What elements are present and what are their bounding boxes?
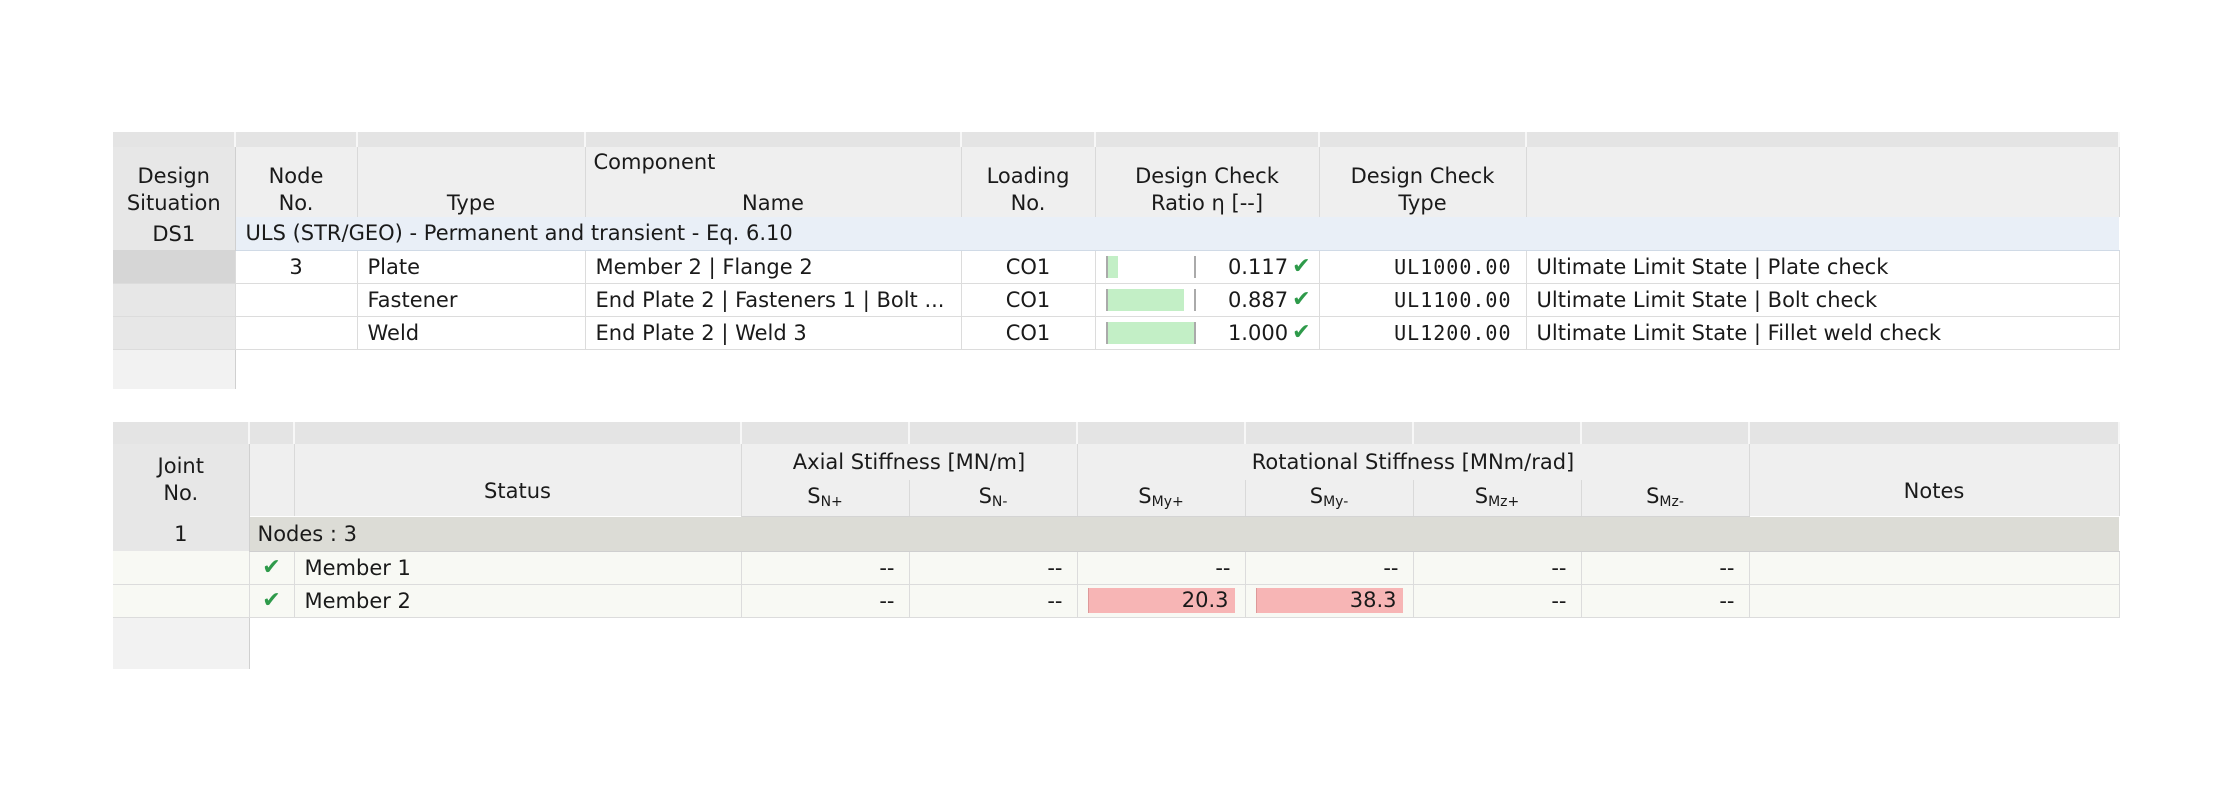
node-cell: 3 bbox=[235, 250, 358, 284]
table-row[interactable]: ✔ Member 2 -- -- 20.3 38.3 -- -- bbox=[113, 584, 2120, 618]
notes-cell bbox=[1749, 584, 2120, 618]
joint-no: 1 bbox=[113, 516, 250, 551]
notes-cell bbox=[1749, 551, 2120, 585]
sn-plus-header[interactable]: SN+ bbox=[741, 480, 910, 517]
member-name: Member 1 bbox=[294, 551, 742, 585]
table-row[interactable]: Fastener End Plate 2 | Fasteners 1 | Bol… bbox=[113, 283, 2120, 317]
component-header: Component bbox=[593, 150, 716, 174]
situation-row[interactable]: DS1 ULS (STR/GEO) - Permanent and transi… bbox=[113, 217, 2119, 251]
node-no-header[interactable]: Node No. bbox=[235, 147, 358, 217]
ratio-bar bbox=[1105, 255, 1196, 278]
check-description: Ultimate Limit State | Plate check bbox=[1526, 250, 2120, 284]
smy-minus-cell: -- bbox=[1245, 551, 1414, 585]
loading-cell: CO1 bbox=[961, 316, 1096, 350]
smz-minus-header[interactable]: SMz- bbox=[1581, 480, 1750, 517]
check-icon: ✔ bbox=[1292, 320, 1311, 345]
situation-label: ULS (STR/GEO) - Permanent and transient … bbox=[235, 217, 2119, 251]
check-code: UL1100.00 bbox=[1319, 283, 1527, 317]
smz-plus-cell: -- bbox=[1413, 584, 1582, 618]
name-cell: Member 2 | Flange 2 bbox=[585, 250, 962, 284]
highlighted-value: 20.3 bbox=[1087, 588, 1235, 613]
header-row: Joint No. Status Axial Stiffness [MN/m] R… bbox=[113, 444, 2120, 516]
table-row[interactable]: 3 Plate Member 2 | Flange 2 CO1 0.117 ✔ U… bbox=[113, 250, 2120, 284]
type-cell: Weld bbox=[357, 316, 586, 350]
smz-plus-header[interactable]: SMz+ bbox=[1413, 480, 1582, 517]
header-row: Design Situation Node No. Component Type N… bbox=[113, 147, 2120, 217]
design-check-table: Design Situation Node No. Component Type N… bbox=[113, 132, 2120, 389]
type-cell: Fastener bbox=[357, 283, 586, 317]
loading-cell: CO1 bbox=[961, 283, 1096, 317]
check-icon: ✔ bbox=[1292, 287, 1311, 312]
situation-id: DS1 bbox=[113, 217, 236, 250]
check-type-header[interactable]: Design Check Type bbox=[1319, 147, 1527, 217]
ratio-bar bbox=[1105, 321, 1196, 344]
smz-plus-cell: -- bbox=[1413, 551, 1582, 585]
ratio-bar bbox=[1105, 288, 1196, 311]
design-situation-header[interactable]: Design Situation bbox=[113, 147, 236, 217]
type-cell: Plate bbox=[357, 250, 586, 284]
status-check-icon: ✔ bbox=[262, 588, 281, 613]
check-description: Ultimate Limit State | Fillet weld check bbox=[1526, 316, 2120, 350]
smy-plus-cell: 20.3 bbox=[1077, 584, 1246, 618]
smy-minus-header[interactable]: SMy- bbox=[1245, 480, 1414, 517]
description-header[interactable] bbox=[1526, 147, 2120, 217]
sn-minus-cell: -- bbox=[909, 584, 1078, 618]
table-row[interactable]: ✔ Member 1 -- -- -- -- -- -- bbox=[113, 551, 2120, 585]
loading-no-header[interactable]: Loading No. bbox=[961, 147, 1096, 217]
name-cell: End Plate 2 | Weld 3 bbox=[585, 316, 962, 350]
ratio-bar-fill bbox=[1107, 321, 1194, 344]
ratio-value: 1.000 bbox=[1227, 320, 1289, 345]
member-name: Member 2 bbox=[294, 584, 742, 618]
smy-plus-cell: -- bbox=[1077, 551, 1246, 585]
rotational-stiffness-header: Rotational Stiffness [MNm/rad] bbox=[1077, 444, 1750, 480]
check-code: UL1200.00 bbox=[1319, 316, 1527, 350]
joint-group-row[interactable]: 1 Nodes : 3 bbox=[113, 516, 2119, 552]
highlighted-value: 38.3 bbox=[1255, 588, 1403, 613]
ratio-value: 0.117 bbox=[1227, 254, 1289, 279]
sn-plus-cell: -- bbox=[741, 584, 910, 618]
status-header[interactable]: Status bbox=[294, 444, 742, 516]
joint-no-header[interactable]: Joint No. bbox=[113, 444, 250, 516]
ratio-value: 0.887 bbox=[1227, 287, 1289, 312]
joint-stiffness-table: Joint No. Status Axial Stiffness [MN/m] R… bbox=[113, 422, 2120, 669]
ratio-bar-fill bbox=[1107, 288, 1184, 311]
check-description: Ultimate Limit State | Bolt check bbox=[1526, 283, 2120, 317]
check-icon: ✔ bbox=[1292, 254, 1311, 279]
loading-cell: CO1 bbox=[961, 250, 1096, 284]
ratio-cell: 0.887 ✔ bbox=[1095, 283, 1320, 317]
axial-stiffness-header: Axial Stiffness [MN/m] bbox=[741, 444, 1078, 480]
nodes-label: Nodes : 3 bbox=[249, 516, 2119, 552]
sn-plus-cell: -- bbox=[741, 551, 910, 585]
name-cell: End Plate 2 | Fasteners 1 | Bolt ... bbox=[585, 283, 962, 317]
notes-header[interactable]: Notes bbox=[1749, 444, 2120, 516]
check-code: UL1000.00 bbox=[1319, 250, 1527, 284]
sn-minus-header[interactable]: SN- bbox=[909, 480, 1078, 517]
status-check-icon: ✔ bbox=[262, 555, 281, 580]
smz-minus-cell: -- bbox=[1581, 551, 1750, 585]
ratio-bar-fill bbox=[1107, 255, 1118, 278]
type-header[interactable]: Component Type bbox=[357, 147, 715, 217]
ratio-cell: 0.117 ✔ bbox=[1095, 250, 1320, 284]
node-cell bbox=[235, 283, 358, 317]
sn-minus-cell: -- bbox=[909, 551, 1078, 585]
ratio-cell: 1.000 ✔ bbox=[1095, 316, 1320, 350]
smy-plus-header[interactable]: SMy+ bbox=[1077, 480, 1246, 517]
smz-minus-cell: -- bbox=[1581, 584, 1750, 618]
smy-minus-cell: 38.3 bbox=[1245, 584, 1414, 618]
node-cell bbox=[235, 316, 358, 350]
ratio-header[interactable]: Design Check Ratio η [--] bbox=[1095, 147, 1320, 217]
table-row[interactable]: Weld End Plate 2 | Weld 3 CO1 1.000 ✔ UL1… bbox=[113, 316, 2120, 350]
